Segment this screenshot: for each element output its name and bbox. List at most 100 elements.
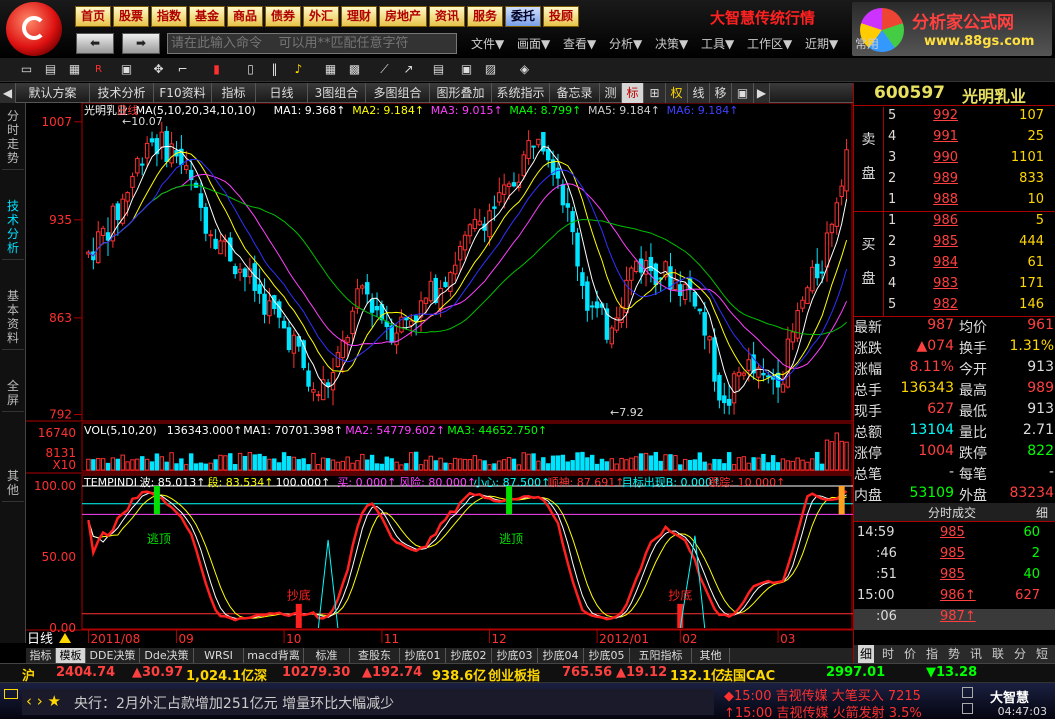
doc-icon[interactable]: ▤ bbox=[430, 61, 447, 78]
draw-icon[interactable]: ⌐ bbox=[174, 61, 191, 78]
trend-icon[interactable]: ↗ bbox=[400, 61, 417, 78]
chart-tab-4[interactable]: 指标 bbox=[212, 83, 256, 103]
quote-tab-1[interactable]: 时 bbox=[880, 645, 896, 663]
menu-button-1[interactable]: 股票 bbox=[113, 6, 149, 27]
menu-item-7[interactable]: 近期▼ bbox=[805, 35, 838, 52]
bar-icon[interactable]: ▯ bbox=[242, 61, 259, 78]
window-icon[interactable]: ▣ bbox=[118, 61, 135, 78]
ask-row[interactable]: 1 988 10 bbox=[884, 192, 1055, 213]
chart-tab-16[interactable]: 移 bbox=[710, 83, 732, 103]
indicator-tab-14[interactable]: 其他 bbox=[692, 648, 730, 663]
quote-tab-7[interactable]: 分 bbox=[1012, 645, 1028, 663]
kline-chart[interactable]: 1007935863792←10.07←7.92光明乳业日线MA(5,10,20… bbox=[26, 103, 853, 648]
indicator-tab-3[interactable]: Dde决策 bbox=[140, 648, 194, 663]
menu-button-12[interactable]: 投顾 bbox=[543, 6, 579, 27]
back-button[interactable]: ⬅ bbox=[76, 33, 114, 54]
indicator-tab-8[interactable]: 抄底01 bbox=[400, 648, 446, 663]
tick-detail-button[interactable]: 细 bbox=[1036, 504, 1048, 521]
line-tool-icon[interactable]: ⟋ bbox=[376, 61, 393, 78]
indicator-tab-10[interactable]: 抄底03 bbox=[492, 648, 538, 663]
ask-row[interactable]: 4 991 25 bbox=[884, 129, 1055, 150]
indicator-tab-12[interactable]: 抄底05 bbox=[584, 648, 630, 663]
menu-item-4[interactable]: 决策▼ bbox=[655, 35, 688, 52]
grid-icon[interactable]: ▦ bbox=[66, 61, 83, 78]
bid-row[interactable]: 5 982 146 bbox=[884, 297, 1055, 318]
alert-item[interactable]: ↑15:00 吉视传媒 火箭发射 3.5% bbox=[724, 702, 922, 719]
menu-button-3[interactable]: 基金 bbox=[189, 6, 225, 27]
app-logo[interactable] bbox=[6, 2, 62, 56]
chart-tab-15[interactable]: 线 bbox=[688, 83, 710, 103]
indicator-tab-2[interactable]: DDE决策 bbox=[86, 648, 140, 663]
indicator-tab-4[interactable]: WRSI bbox=[194, 648, 244, 663]
chart-tab-18[interactable]: ▶ bbox=[754, 83, 770, 103]
folder-icon[interactable]: ▭ bbox=[18, 61, 35, 78]
menu-button-2[interactable]: 指数 bbox=[151, 6, 187, 27]
rsi-icon[interactable]: R bbox=[90, 61, 107, 78]
ticker-item[interactable]: 765.56 bbox=[562, 665, 612, 680]
chart-tab-17[interactable]: ▣ bbox=[732, 83, 754, 103]
indicator-tab-1[interactable]: 模板 bbox=[56, 648, 86, 663]
minimize-icon[interactable] bbox=[962, 703, 973, 714]
ticker-item[interactable]: 2997.01 bbox=[826, 665, 885, 680]
news-headline[interactable]: 央行：2月外汇占款增加251亿元 增量环比大幅减少 bbox=[74, 693, 394, 713]
columns-icon[interactable]: ‖ bbox=[266, 61, 283, 78]
menu-item-6[interactable]: 工作区▼ bbox=[747, 35, 792, 52]
chart-tab-2[interactable]: 技术分析 bbox=[90, 83, 154, 103]
mail-icon[interactable] bbox=[4, 689, 18, 699]
bid-row[interactable]: 4 983 171 bbox=[884, 276, 1055, 297]
forward-button[interactable]: ➡ bbox=[122, 33, 160, 54]
quote-tab-3[interactable]: 指 bbox=[924, 645, 940, 663]
indicator-tab-7[interactable]: 查股东 bbox=[350, 648, 400, 663]
quote-tab-0[interactable]: 细 bbox=[858, 645, 874, 663]
quote-tab-2[interactable]: 价 bbox=[902, 645, 918, 663]
menu-item-1[interactable]: 画面▼ bbox=[517, 35, 550, 52]
info-icon[interactable]: ▣ bbox=[458, 61, 475, 78]
bid-row[interactable]: 2 985 444 bbox=[884, 234, 1055, 255]
left-tab-0[interactable]: 分时走势 bbox=[2, 105, 24, 170]
chart-tab-11[interactable]: 测 bbox=[600, 83, 622, 103]
picture-icon[interactable]: ▩ bbox=[346, 61, 363, 78]
chart-tab-7[interactable]: 多图组合 bbox=[366, 83, 430, 103]
indicator-tab-13[interactable]: 五阳指标 bbox=[630, 648, 692, 663]
chart-tab-9[interactable]: 系统指示 bbox=[492, 83, 550, 103]
indicator-tab-5[interactable]: macd背离 bbox=[244, 648, 304, 663]
period-button[interactable]: 日线 bbox=[27, 632, 53, 647]
indicator-tab-0[interactable]: 指标 bbox=[26, 648, 56, 663]
menu-button-4[interactable]: 商品 bbox=[227, 6, 263, 27]
menu-item-2[interactable]: 查看▼ bbox=[563, 35, 596, 52]
left-tab-4[interactable]: 其他 bbox=[2, 465, 24, 502]
ticker-item[interactable]: 10279.30 bbox=[282, 665, 350, 680]
quote-tab-6[interactable]: 联 bbox=[990, 645, 1006, 663]
chart-tab-6[interactable]: 3图组合 bbox=[308, 83, 366, 103]
menu-button-6[interactable]: 外汇 bbox=[303, 6, 339, 27]
quote-tab-4[interactable]: 势 bbox=[946, 645, 962, 663]
indicator-tab-9[interactable]: 抄底02 bbox=[446, 648, 492, 663]
ticker-item[interactable]: ▲30.97 bbox=[132, 665, 183, 680]
menu-button-5[interactable]: 债券 bbox=[265, 6, 301, 27]
ticker-item[interactable]: 2404.74 bbox=[56, 665, 115, 680]
candle-icon[interactable]: ▮ bbox=[208, 61, 225, 78]
command-input[interactable] bbox=[167, 33, 457, 54]
chart-tab-0[interactable]: ◀ bbox=[0, 83, 16, 103]
chart-tab-13[interactable]: ⊞ bbox=[644, 83, 666, 103]
save-icon[interactable]: ▤ bbox=[42, 61, 59, 78]
chart-tab-8[interactable]: 图形叠加 bbox=[430, 83, 492, 103]
chart-tab-1[interactable]: 默认方案 bbox=[16, 83, 90, 103]
menu-button-8[interactable]: 房地产 bbox=[379, 6, 427, 27]
ask-row[interactable]: 3 990 1101 bbox=[884, 150, 1055, 171]
indicator-tab-6[interactable]: 标准 bbox=[304, 648, 350, 663]
chart-tab-14[interactable]: 权 bbox=[666, 83, 688, 103]
close-icon[interactable] bbox=[962, 687, 973, 698]
news-box[interactable]: ‹ › ★ 央行：2月外汇占款增加251亿元 增量环比大幅减少 bbox=[22, 689, 714, 715]
indicator-tab-11[interactable]: 抄底04 bbox=[538, 648, 584, 663]
chart-tab-12[interactable]: 标 bbox=[622, 83, 644, 103]
report-icon[interactable]: ▨ bbox=[482, 61, 499, 78]
quote-tab-5[interactable]: 讯 bbox=[968, 645, 984, 663]
menu-button-11[interactable]: 委托 bbox=[505, 6, 541, 27]
bell-icon[interactable]: ♪ bbox=[290, 61, 307, 78]
news-controls[interactable]: ‹ › ★ bbox=[26, 692, 61, 710]
ticker-item[interactable]: ▼13.28 bbox=[926, 665, 977, 680]
chart-tab-5[interactable]: 日线 bbox=[256, 83, 308, 103]
menu-button-9[interactable]: 资讯 bbox=[429, 6, 465, 27]
left-tab-3[interactable]: 全屏 bbox=[2, 375, 24, 412]
